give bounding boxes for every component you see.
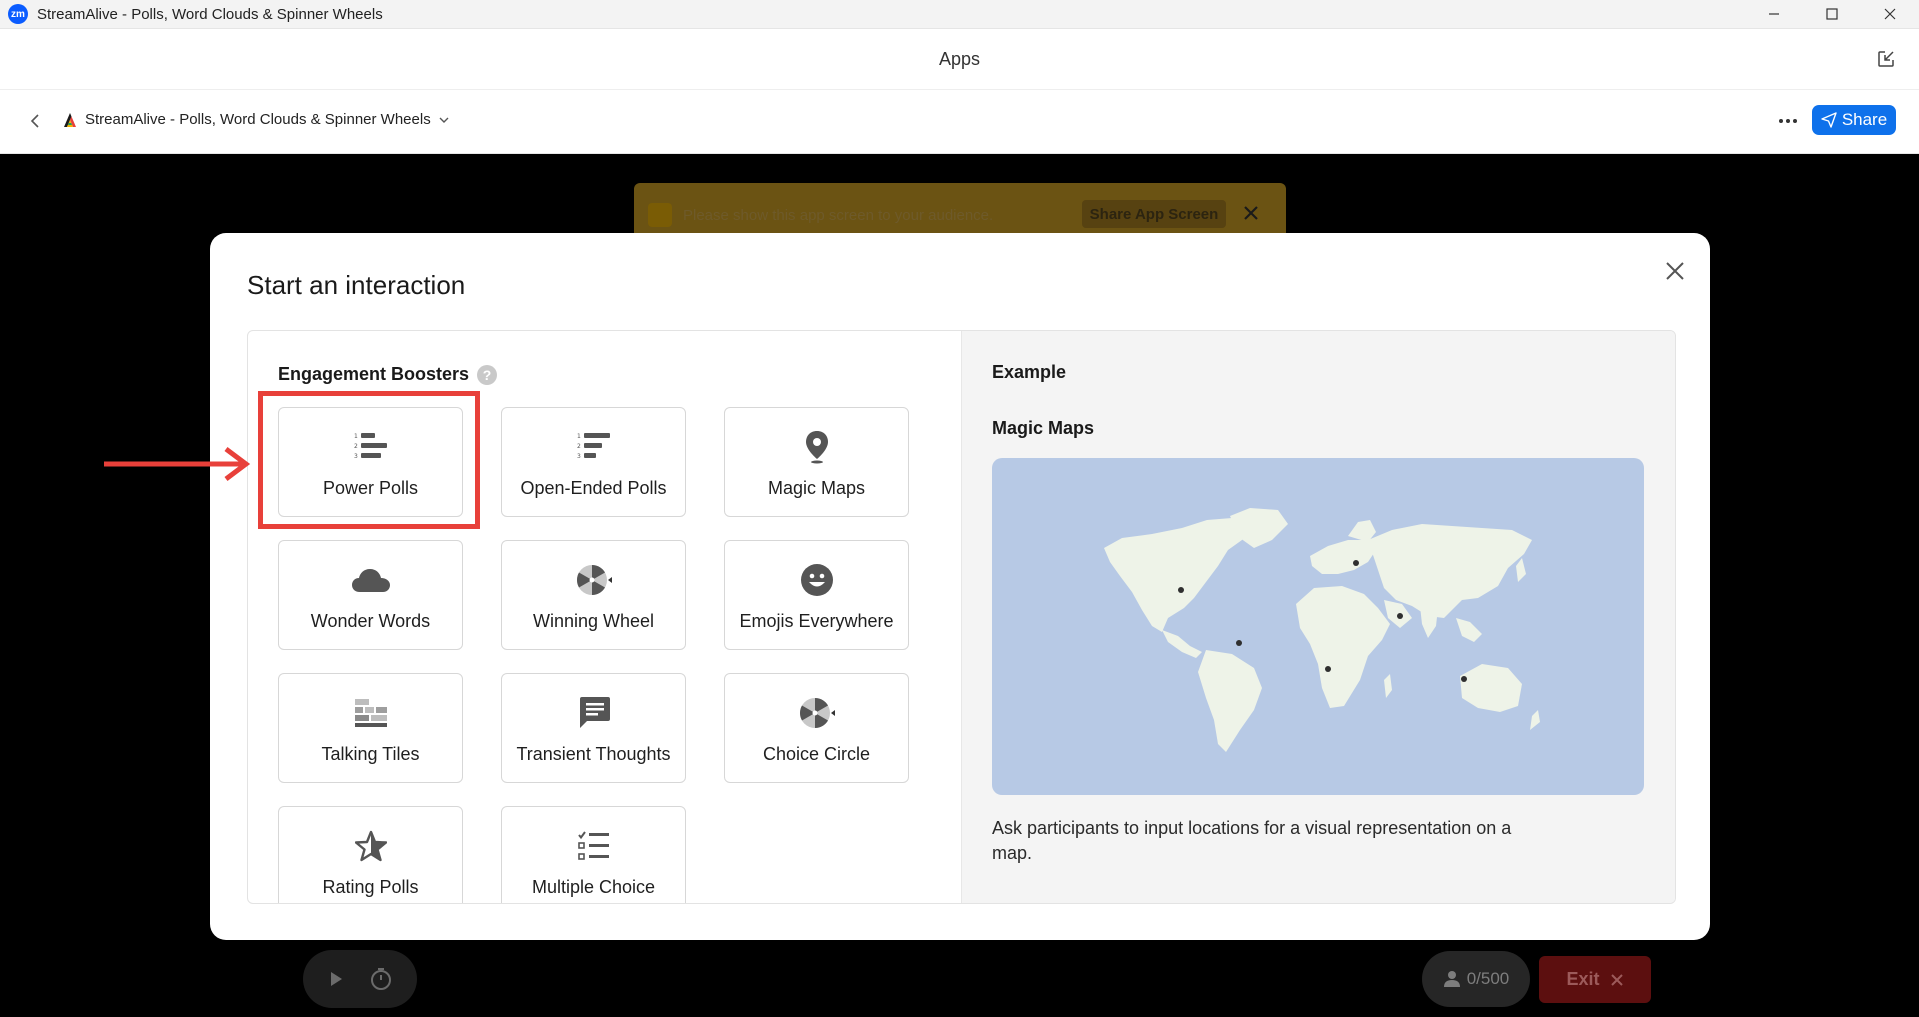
popout-icon	[1878, 51, 1894, 67]
apps-title: Apps	[938, 49, 981, 69]
section-title: Engagement Boosters	[278, 364, 470, 384]
exit-label: Exit	[1566, 969, 1600, 989]
example-title: Magic Maps	[992, 418, 1095, 438]
card-label: Talking Tiles	[321, 744, 420, 764]
card-wonder-words[interactable]: Wonder Words	[278, 540, 463, 650]
maximize-button[interactable]	[1803, 0, 1861, 28]
example-description: Ask participants to input locations for …	[992, 818, 1512, 863]
chevron-down-icon	[439, 117, 449, 123]
example-label: Example	[992, 362, 1067, 382]
chevron-left-icon	[30, 114, 39, 128]
minimize-button[interactable]	[1745, 0, 1803, 28]
share-button[interactable]: Share	[1812, 105, 1896, 135]
map-pin-icon	[805, 431, 828, 464]
apps-header: Apps	[0, 29, 1919, 90]
svg-text:3: 3	[354, 453, 358, 460]
svg-text:1: 1	[577, 433, 581, 440]
svg-text:2: 2	[354, 443, 358, 450]
card-open-ended-polls[interactable]: 1 2 3 Open-Ended Polls	[501, 407, 686, 517]
card-emojis-everywhere[interactable]: Emojis Everywhere	[724, 540, 909, 650]
world-map-image	[1104, 508, 1540, 752]
annotation-arrow-icon	[104, 447, 251, 481]
window-titlebar: zm StreamAlive - Polls, Word Clouds & Sp…	[0, 0, 1919, 29]
card-choice-circle[interactable]: Choice Circle	[724, 673, 909, 783]
modal-title: Start an interaction	[247, 270, 466, 300]
ranked-list-icon: 1 2 3	[577, 433, 610, 460]
card-power-polls[interactable]: 1 2 3 Power Polls	[278, 407, 463, 517]
window-controls	[1745, 0, 1919, 28]
star-icon	[354, 830, 387, 862]
card-label: Wonder Words	[310, 611, 431, 631]
card-talking-tiles[interactable]: Talking Tiles	[278, 673, 463, 783]
person-icon	[1443, 971, 1460, 987]
streamalive-logo-icon	[64, 112, 76, 127]
app-bar: StreamAlive - Polls, Word Clouds & Spinn…	[0, 90, 1919, 154]
card-multiple-choice[interactable]: Multiple Choice	[501, 806, 686, 903]
app-selector[interactable]: StreamAlive - Polls, Word Clouds & Spinn…	[62, 111, 449, 128]
spinner-wheel-icon	[576, 565, 612, 595]
card-label: Open-Ended Polls	[520, 478, 667, 498]
svg-text:3: 3	[577, 453, 581, 460]
card-label: Choice Circle	[762, 744, 871, 764]
exit-button[interactable]: Exit	[1539, 956, 1651, 1003]
notice-icon	[648, 203, 672, 227]
share-app-screen-button[interactable]: Share App Screen	[1082, 200, 1226, 228]
timer-icon[interactable]	[368, 966, 394, 992]
share-label: Share	[1841, 110, 1888, 129]
ranked-list-icon: 1 2 3	[354, 433, 387, 460]
svg-text:2: 2	[577, 443, 581, 450]
tiles-icon	[354, 699, 387, 727]
participant-count: 0/500	[1422, 951, 1530, 1007]
card-label: Emojis Everywhere	[739, 611, 894, 631]
svg-text:1: 1	[354, 433, 358, 440]
send-icon	[1821, 112, 1837, 128]
example-world-map	[992, 458, 1644, 795]
cloud-icon	[351, 569, 390, 592]
minimize-icon	[1769, 13, 1779, 15]
more-options-button[interactable]	[1773, 110, 1803, 132]
app-name-label: StreamAlive - Polls, Word Clouds & Spinn…	[85, 111, 431, 128]
card-label: Magic Maps	[767, 478, 866, 498]
participant-count-value: 0/500	[1466, 969, 1510, 988]
close-window-button[interactable]	[1861, 0, 1919, 28]
window-title: StreamAlive - Polls, Word Clouds & Spinn…	[37, 5, 383, 23]
zoom-logo-icon: zm	[8, 4, 28, 24]
close-icon	[1666, 262, 1684, 280]
section-header: Engagement Boosters ?	[278, 364, 498, 385]
more-dots-icon	[1779, 119, 1797, 123]
checklist-icon	[577, 831, 609, 860]
help-icon[interactable]: ?	[477, 364, 498, 385]
close-notice-icon[interactable]	[1242, 204, 1260, 222]
spinner-wheel-icon	[799, 698, 835, 728]
smiley-icon	[800, 564, 833, 596]
maximize-icon	[1826, 8, 1838, 20]
notice-message: Please show this app screen to your audi…	[683, 207, 994, 224]
modal-close-button[interactable]	[1662, 258, 1688, 284]
popout-button[interactable]	[1875, 48, 1897, 70]
card-rating-polls[interactable]: Rating Polls	[278, 806, 463, 903]
engagement-boosters-pane: Engagement Boosters ? 1 2 3 Power Polls …	[248, 331, 961, 903]
play-icon[interactable]	[327, 970, 345, 988]
card-transient-thoughts[interactable]: Transient Thoughts	[501, 673, 686, 783]
example-pane: Example Magic Maps Ask participants to i…	[961, 331, 1675, 903]
chat-bubble-icon	[579, 697, 610, 728]
card-label: Power Polls	[322, 478, 419, 498]
close-icon	[1884, 8, 1896, 20]
card-winning-wheel[interactable]: Winning Wheel	[501, 540, 686, 650]
card-label: Winning Wheel	[532, 611, 655, 631]
interaction-panel: Engagement Boosters ? 1 2 3 Power Polls …	[247, 330, 1676, 904]
card-label: Transient Thoughts	[516, 744, 671, 764]
card-magic-maps[interactable]: Magic Maps	[724, 407, 909, 517]
playback-controls	[303, 950, 417, 1008]
close-icon	[1610, 973, 1623, 986]
start-interaction-modal: Start an interaction Engagement Boosters…	[210, 233, 1710, 940]
card-label: Multiple Choice	[531, 877, 656, 897]
back-button[interactable]	[24, 110, 46, 132]
card-label: Rating Polls	[322, 877, 419, 897]
